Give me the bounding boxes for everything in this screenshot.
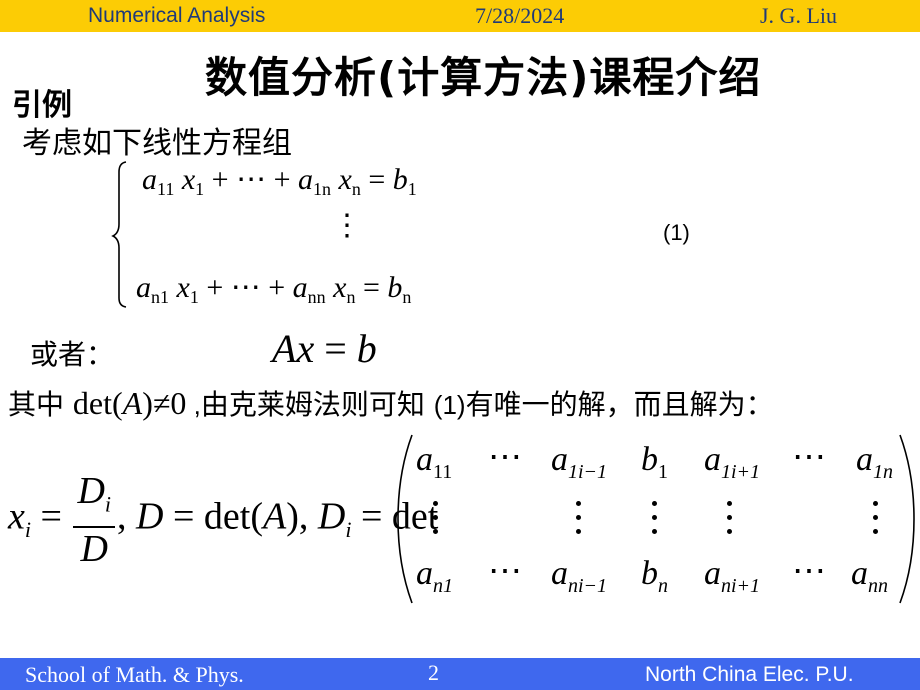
matrix-cell: a1i+1 bbox=[704, 441, 761, 483]
matrix-cell: a1i−1 bbox=[551, 441, 608, 483]
intro-text: 考虑如下线性方程组 bbox=[22, 126, 292, 161]
matrix-form-equation: Ax = b bbox=[272, 326, 377, 371]
right-paren bbox=[899, 434, 915, 604]
matrix-cell: a1n bbox=[856, 441, 893, 483]
matrix-cell: ⋯ bbox=[488, 439, 522, 476]
footer-bar: School of Math. & Phys. 2 North China El… bbox=[0, 658, 920, 690]
vertical-ellipsis bbox=[576, 501, 582, 543]
linear-system: a11 x1 + ⋯ + a1n xn = b1 ⋮ an1 x1 + ⋯ + … bbox=[110, 158, 590, 308]
equation-row-n: an1 x1 + ⋯ + ann xn = bn bbox=[136, 271, 412, 307]
left-brace bbox=[111, 161, 127, 308]
matrix-cell: b1 bbox=[641, 441, 668, 483]
condition-line: 其中 det(A)≠0 ,由克莱姆法则可知 (1)有唯一的解，而且解为： bbox=[8, 385, 774, 421]
matrix-cell: a11 bbox=[416, 441, 453, 483]
matrix-cell: ann bbox=[851, 555, 888, 597]
author-name: J. G. Liu bbox=[760, 3, 837, 28]
page-number: 2 bbox=[428, 660, 439, 685]
cramer-formula: xi = Di D, D = det(A), Di = det bbox=[8, 470, 439, 570]
vertical-ellipsis bbox=[873, 501, 879, 543]
or-label: 或者： bbox=[30, 338, 115, 371]
vertical-ellipsis bbox=[652, 501, 658, 543]
university-name: North China Elec. P.U. bbox=[645, 663, 854, 686]
vertical-ellipsis: ⋮ bbox=[332, 209, 362, 242]
equation-row-1: a11 x1 + ⋯ + a1n xn = b1 bbox=[142, 163, 417, 199]
left-paren bbox=[397, 434, 413, 604]
slide-title: 数值分析(计算方法)课程介绍 bbox=[205, 53, 762, 102]
school-name: School of Math. & Phys. bbox=[25, 662, 244, 687]
matrix-cell: ⋯ bbox=[792, 553, 826, 590]
determinant-matrix: a11 ⋯ a1i−1 b1 a1i+1 ⋯ a1n an1 ⋯ ani−1 b… bbox=[396, 433, 916, 605]
vertical-ellipsis bbox=[727, 501, 733, 543]
matrix-cell: ⋯ bbox=[792, 439, 826, 476]
matrix-cell: ani+1 bbox=[704, 555, 761, 597]
matrix-cell: bn bbox=[641, 555, 668, 597]
matrix-cell: ani−1 bbox=[551, 555, 608, 597]
vertical-ellipsis bbox=[433, 501, 439, 543]
slide-date: 7/28/2024 bbox=[475, 3, 565, 28]
matrix-cell: ⋯ bbox=[488, 553, 522, 590]
header-bar: Numerical Analysis 7/28/2024 J. G. Liu bbox=[0, 0, 920, 32]
equation-number: (1) bbox=[663, 220, 690, 245]
course-name: Numerical Analysis bbox=[88, 4, 266, 27]
matrix-cell: an1 bbox=[416, 555, 453, 597]
fraction: Di D bbox=[73, 470, 116, 570]
